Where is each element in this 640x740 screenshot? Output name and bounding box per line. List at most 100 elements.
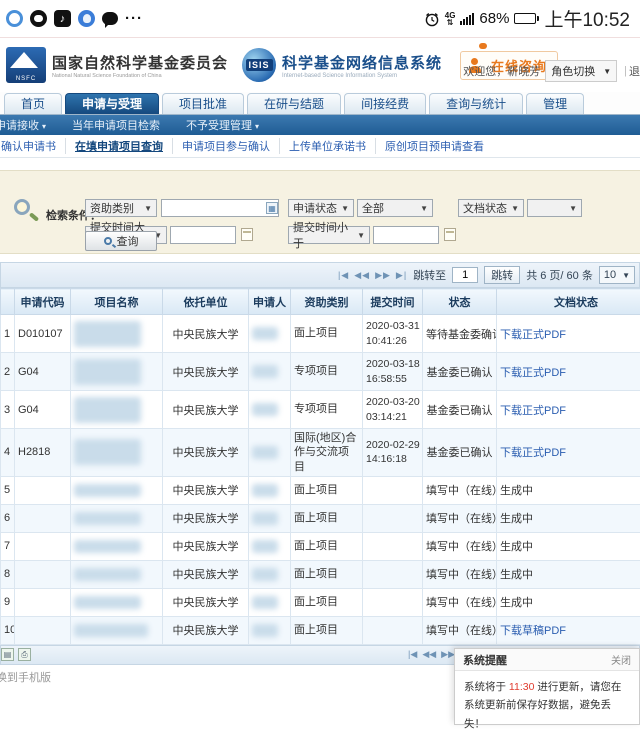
project-name-cell [71,560,163,588]
first-page-button[interactable]: |◀ [408,649,417,660]
logout-link[interactable]: 退 [629,63,640,79]
link-in-progress-query[interactable]: 在填申请项目查询 [66,138,173,154]
host-institution-cell: 中央民族大学 [163,353,249,391]
project-name-cell [71,476,163,504]
tab-research-conclusion[interactable]: 在研与结题 [247,93,341,114]
prev-page-button[interactable]: ◀◀ [354,270,370,281]
export-icon[interactable]: ▤ [1,648,14,661]
category-value-input[interactable] [161,199,279,217]
isis-logo: ISIS [242,48,276,82]
browser-icon [6,10,23,27]
table-row: 2G04中央民族大学专项项目2020-03-1816:58:55基金委已确认下载… [1,353,640,391]
link-confirm-application[interactable]: 确认申请书 [0,138,66,154]
status-cell: 填写中（在线） [423,560,497,588]
submit-time-cell [363,532,423,560]
apply-status-value-select[interactable]: 全部▼ [357,199,433,217]
download-pdf-link[interactable]: 下载正式PDF [500,447,566,459]
message-icon [102,12,118,25]
jump-button[interactable]: 跳转 [484,266,520,284]
time-less-select[interactable]: 提交时间小于▼ [288,226,370,244]
row-index: 7 [1,532,15,560]
next-page-button[interactable]: ▶▶ [375,270,391,281]
download-pdf-link[interactable]: 下载正式PDF [500,367,566,379]
applicant-cell [249,532,291,560]
redacted-project-name [74,321,141,347]
funding-category-cell: 面上项目 [291,616,363,644]
chevron-down-icon: ▼ [622,271,630,280]
project-name-cell [71,353,163,391]
tab-home[interactable]: 首页 [4,93,62,114]
doc-status-cell[interactable]: 下载正式PDF [497,315,640,353]
project-name-cell [71,532,163,560]
doc-status-cell[interactable]: 下载草稿PDF [497,616,640,644]
main-tab-bar: 首页 申请与受理 项目批准 在研与结题 间接经费 查询与统计 管理 [0,92,640,115]
qq-icon [78,10,95,27]
status-cell: 填写中（在线） [423,532,497,560]
submit-time-cell [363,476,423,504]
subnav-rejection-management[interactable]: 不予受理管理▾ [186,117,259,133]
table-row: 7中央民族大学面上项目填写中（在线）生成中 [1,532,640,560]
tab-project-approval[interactable]: 项目批准 [162,93,244,114]
apply-status-select[interactable]: 申请状态▼ [288,199,354,217]
table-row: 4H2818中央民族大学国际(地区)合作与交流项目2020-02-2914:16… [1,429,640,477]
redacted-applicant [252,540,278,553]
print-icon[interactable]: ⎙ [18,648,31,661]
submit-time-cell [363,616,423,644]
applicant-cell [249,588,291,616]
link-original-preapplication[interactable]: 原创项目预申请查看 [376,138,493,154]
redacted-project-name [74,484,141,497]
redacted-project-name [74,512,141,525]
calendar-icon[interactable] [241,228,253,241]
jump-page-input[interactable] [452,267,478,283]
doc-status-select[interactable]: 文档状态▼ [458,199,524,217]
time-greater-input[interactable] [170,226,236,244]
apply-code-cell: H2818 [15,429,71,477]
prev-page-button[interactable]: ◀◀ [422,649,436,660]
status-cell: 基金委已确认 [423,429,497,477]
tab-management[interactable]: 管理 [526,93,584,114]
subnav-apply-receive[interactable]: 申请接收▾ [0,117,46,133]
role-switch-select[interactable]: 角色切换▼ [545,60,617,82]
applicant-cell [249,504,291,532]
link-upload-commitment[interactable]: 上传单位承诺书 [280,138,376,154]
calendar-icon[interactable] [444,228,456,241]
download-pdf-link[interactable]: 下载草稿PDF [500,625,566,637]
tab-indirect-funds[interactable]: 间接经费 [344,93,426,114]
doc-status-value-select[interactable]: ▼ [527,199,582,217]
category-picker-icon[interactable]: ▦ [266,202,278,214]
clock-time: 上午10:52 [544,5,630,32]
site-header: NSFC 国家自然科学基金委员会 National Natural Scienc… [0,38,640,92]
next-page-button[interactable]: ▶▶ [441,649,455,660]
link-participation-confirm[interactable]: 申请项目参与确认 [173,138,280,154]
tab-apply-accept[interactable]: 申请与受理 [65,93,159,114]
first-page-button[interactable]: |◀ [338,270,349,281]
mobile-version-link[interactable]: 换到手机版 [0,672,51,684]
last-page-button[interactable]: ▶| [396,270,407,281]
tab-query-statistics[interactable]: 查询与统计 [429,93,523,114]
category-select[interactable]: 资助类别▼ [85,199,157,217]
popup-close-button[interactable]: 关闭 [611,652,631,667]
submit-time-cell [363,560,423,588]
doc-status-cell: 生成中 [497,532,640,560]
applicant-cell [249,616,291,644]
redacted-applicant [252,327,278,340]
apply-code-cell [15,616,71,644]
status-cell: 等待基金委确认 [423,315,497,353]
tiktok-icon: ♪ [54,10,71,27]
applicant-cell [249,476,291,504]
time-less-input[interactable] [373,226,439,244]
popup-title: 系统提醒 [463,652,507,668]
redacted-applicant [252,568,278,581]
doc-status-cell[interactable]: 下载正式PDF [497,391,640,429]
doc-status-cell[interactable]: 下载正式PDF [497,353,640,391]
download-pdf-link[interactable]: 下载正式PDF [500,405,566,417]
page-size-select[interactable]: 10▼ [599,266,635,284]
redacted-applicant [252,365,278,378]
doc-status-cell[interactable]: 下载正式PDF [497,429,640,477]
apply-code-cell [15,504,71,532]
query-button[interactable]: 查询 [85,231,157,251]
download-pdf-link[interactable]: 下载正式PDF [500,329,566,341]
chevron-down-icon: ▼ [511,204,519,213]
doc-generating-text: 生成中 [500,485,533,497]
subnav-current-year-search[interactable]: 当年申请项目检索 [72,117,160,133]
